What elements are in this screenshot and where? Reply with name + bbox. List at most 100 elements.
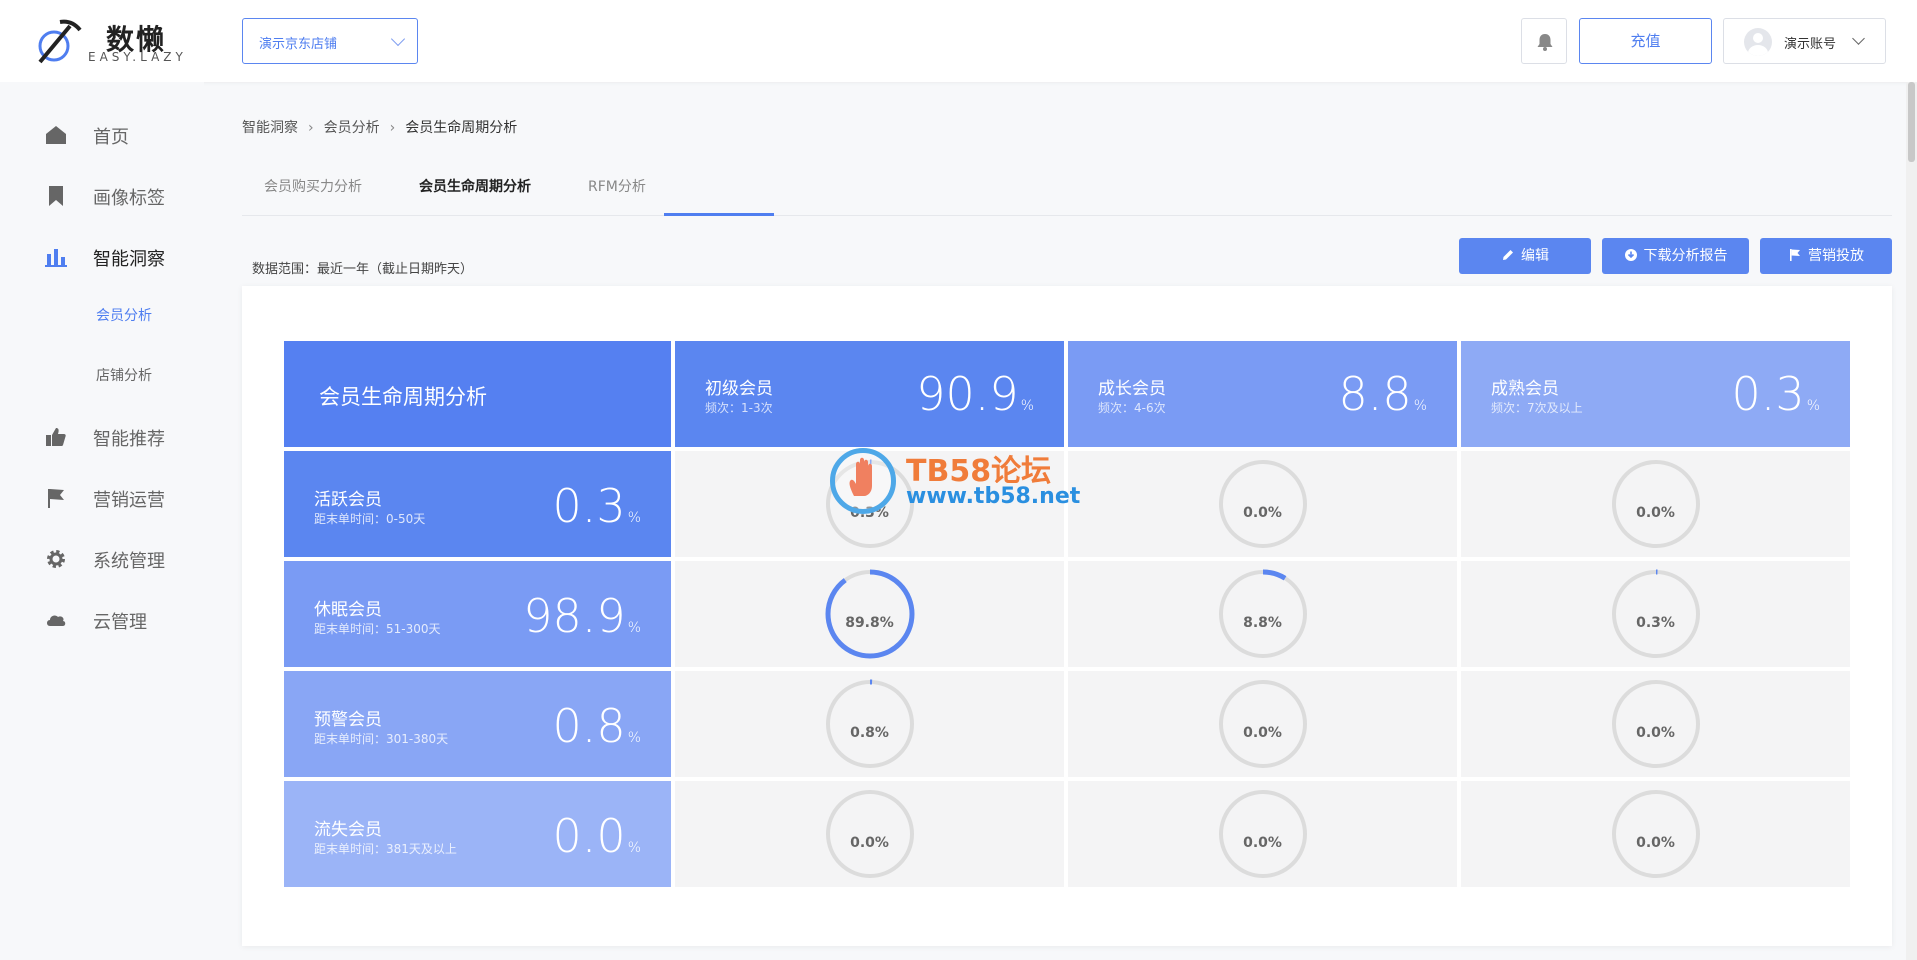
matrix-data-cell[interactable]: 0.0%	[675, 781, 1064, 887]
bar-chart-icon	[45, 249, 67, 267]
percent-ring: 0.0%	[1610, 678, 1702, 770]
percent-sign: %	[627, 730, 641, 746]
breadcrumb-item[interactable]: 会员分析	[324, 117, 380, 137]
column-subtitle: 频次：7次及以上	[1491, 401, 1583, 415]
edit-button-label: 编辑	[1521, 248, 1549, 264]
matrix-title: 会员生命周期分析	[319, 385, 487, 409]
percent-ring: 0.0%	[824, 788, 916, 880]
matrix-data-cell[interactable]: 0.0%	[1068, 671, 1457, 777]
sidebar-item-label: 首页	[93, 127, 129, 148]
row-value: 0.0%	[553, 809, 641, 863]
row-name: 流失会员	[314, 820, 382, 840]
column-value: 90.9%	[916, 367, 1034, 421]
row-header: 活跃会员距末单时间：0-50天 0.3%	[284, 451, 671, 557]
sidebar-item-recommend[interactable]: 智能推荐	[0, 414, 204, 458]
column-header: 初级会员 频次：1-3次 90.9%	[675, 341, 1064, 447]
matrix-data-cell[interactable]: 0.3%	[1461, 561, 1850, 667]
sidebar-item-label: 云管理	[93, 612, 147, 633]
breadcrumb-item[interactable]: 智能洞察	[242, 117, 298, 137]
home-icon	[46, 126, 66, 144]
gear-icon	[47, 550, 65, 568]
marketing-button-label: 营销投放	[1808, 248, 1864, 264]
recharge-button[interactable]: 充值	[1579, 18, 1712, 64]
ring-value: 0.3%	[1636, 615, 1675, 631]
sidebar-item-system[interactable]: 系统管理	[0, 536, 204, 580]
store-select[interactable]: 演示京东店铺	[242, 18, 418, 64]
breadcrumb: 智能洞察 › 会员分析 › 会员生命周期分析	[242, 117, 517, 137]
matrix-data-cell[interactable]: 0.0%	[1461, 451, 1850, 557]
breadcrumb-current: 会员生命周期分析	[405, 120, 518, 136]
marketing-launch-button[interactable]: 营销投放	[1760, 238, 1892, 274]
download-report-button[interactable]: 下载分析报告	[1602, 238, 1749, 274]
active-tab-indicator	[664, 213, 774, 216]
sidebar-item-home[interactable]: 首页	[0, 112, 204, 156]
row-value-number: 0.3	[552, 479, 626, 533]
ring-value: 0.3%	[850, 505, 889, 521]
matrix-data-cell[interactable]: 0.0%	[1461, 781, 1850, 887]
column-subtitle: 频次：1-3次	[705, 401, 773, 415]
brand-subtitle: EASY.LAZY	[88, 50, 187, 64]
row-name: 活跃会员	[314, 490, 382, 510]
edit-button[interactable]: 编辑	[1459, 238, 1591, 274]
sidebar-item-marketing[interactable]: 营销运营	[0, 475, 204, 519]
ring-value: 8.8%	[1243, 615, 1282, 631]
sidebar-item-insight[interactable]: 智能洞察	[0, 234, 204, 278]
column-value-number: 0.3	[1731, 367, 1805, 421]
notification-button[interactable]	[1521, 18, 1567, 64]
sidebar-item-label: 智能推荐	[93, 429, 165, 450]
percent-ring: 0.3%	[824, 458, 916, 550]
sidebar-item-label: 画像标签	[93, 188, 165, 209]
row-value-number: 0.8	[552, 699, 626, 753]
sidebar-subitem-store-analysis[interactable]: 店铺分析	[96, 365, 152, 385]
sidebar-item-label: 系统管理	[93, 551, 165, 572]
sidebar-item-label: 营销运营	[93, 490, 165, 511]
chevron-right-icon: ›	[308, 120, 314, 136]
store-select-value: 演示京东店铺	[259, 37, 338, 52]
sidebar-subitem-member-analysis[interactable]: 会员分析	[96, 305, 152, 325]
pencil-icon	[1503, 250, 1513, 260]
avatar	[1744, 28, 1772, 56]
scrollbar-thumb[interactable]	[1908, 82, 1915, 162]
page-scrollbar[interactable]	[1906, 82, 1917, 960]
percent-sign: %	[1413, 398, 1427, 414]
brand-logo[interactable]: 数懒 EASY.LAZY	[34, 14, 194, 66]
analysis-tabs: 会员购买力分析 会员生命周期分析 RFM分析	[242, 168, 1892, 216]
sidebar-item-profile-tags[interactable]: 画像标签	[0, 173, 204, 217]
row-header: 流失会员 距末单时间：381天及以上 0.0%	[284, 781, 671, 887]
chevron-right-icon: ›	[389, 120, 396, 136]
account-menu[interactable]: 演示账号	[1723, 18, 1886, 64]
matrix-data-cell[interactable]: 0.0%	[1461, 671, 1850, 777]
bookmark-icon	[49, 186, 63, 206]
bell-icon	[1537, 34, 1553, 51]
row-subtitle: 距末单时间：0-50天	[314, 512, 426, 526]
matrix-data-cell[interactable]: 89.8%	[675, 561, 1064, 667]
data-range-text: 数据范围：最近一年（截止日期昨天）	[252, 262, 474, 277]
ring-value: 0.0%	[1636, 505, 1675, 521]
matrix-data-cell[interactable]: 8.8%	[1068, 561, 1457, 667]
percent-ring: 0.3%	[1610, 568, 1702, 660]
percent-sign: %	[1020, 398, 1034, 414]
matrix-data-cell[interactable]: 0.0%	[1068, 781, 1457, 887]
matrix-data-cell[interactable]: 0.8%	[675, 671, 1064, 777]
row-header: 预警会员 距末单时间：301-380天 0.8%	[284, 671, 671, 777]
sidebar-item-cloud[interactable]: 云管理	[0, 597, 204, 641]
tab-rfm[interactable]: RFM分析	[588, 176, 646, 196]
row-value-number: 0.0	[552, 809, 626, 863]
ring-value: 0.0%	[1243, 505, 1282, 521]
matrix-data-cell[interactable]: 0.0%	[1068, 451, 1457, 557]
matrix-data-cell[interactable]: 0.3%	[675, 451, 1064, 557]
row-value: 0.8%	[553, 699, 641, 753]
row-value: 0.3%	[553, 479, 641, 533]
download-icon	[1624, 249, 1637, 261]
row-header: 休眠会员 距末单时间：51-300天 98.9%	[284, 561, 671, 667]
flag-icon	[1790, 249, 1800, 261]
flag-icon	[48, 489, 64, 508]
percent-ring: 0.0%	[1610, 788, 1702, 880]
row-value: 98.9%	[523, 589, 641, 643]
column-value: 0.3%	[1732, 367, 1820, 421]
ring-value: 0.0%	[1636, 835, 1675, 851]
top-header: 数懒 EASY.LAZY 演示京东店铺 充值 演示账号	[0, 0, 1917, 82]
tab-purchasing-power[interactable]: 会员购买力分析	[264, 176, 362, 196]
tab-lifecycle[interactable]: 会员生命周期分析	[419, 176, 531, 196]
ring-value: 0.0%	[1243, 835, 1282, 851]
